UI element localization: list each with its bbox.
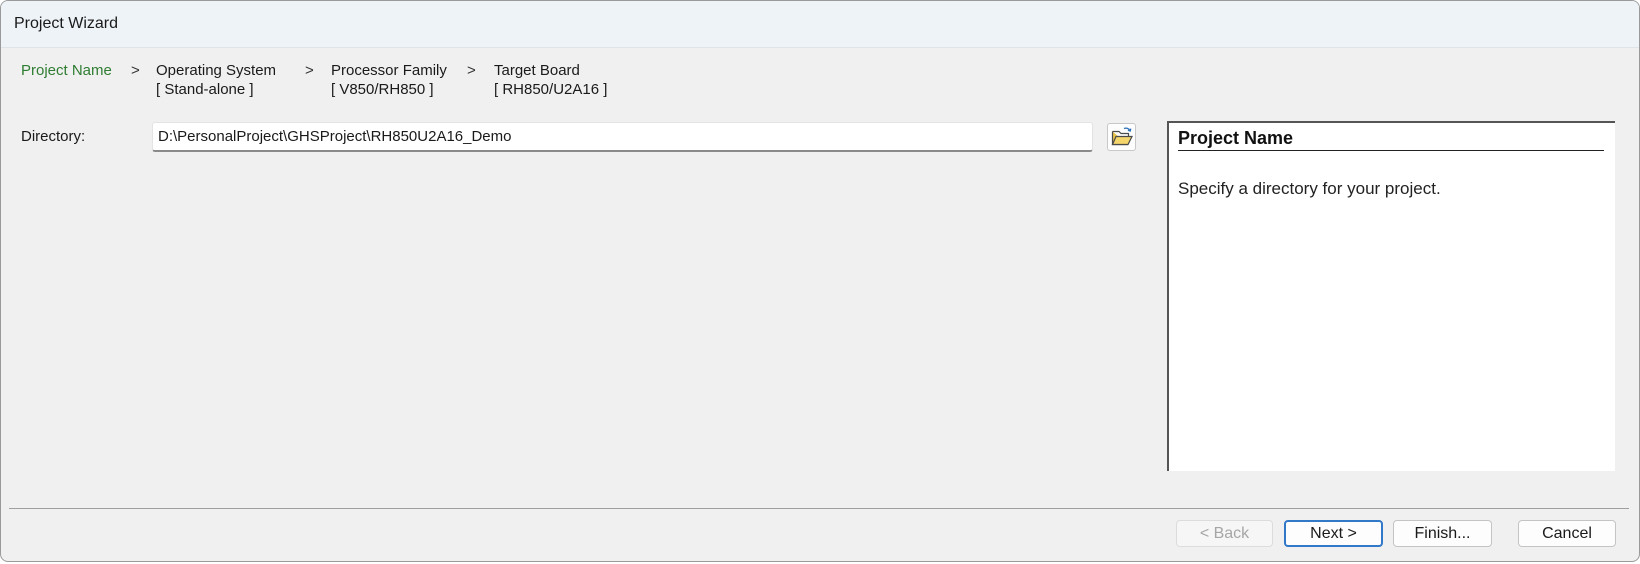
directory-input[interactable] (152, 122, 1093, 152)
project-wizard-window: Project Wizard Project Name > Operating … (0, 0, 1640, 562)
window-title: Project Wizard (14, 15, 119, 32)
cancel-button[interactable]: Cancel (1518, 520, 1616, 547)
breadcrumb-step-label: Project Name (21, 62, 112, 79)
help-text: Specify a directory for your project. (1178, 179, 1441, 198)
help-title: Project Name (1178, 128, 1604, 151)
breadcrumb-separator: > (305, 62, 314, 79)
title-bar: Project Wizard (1, 1, 1639, 48)
directory-label: Directory: (21, 128, 86, 145)
breadcrumb-step-value: [ RH850/U2A16 ] (494, 81, 608, 98)
back-button[interactable]: < Back (1176, 520, 1273, 547)
breadcrumb-step-project-name[interactable]: Project Name (21, 61, 112, 80)
footer-divider (9, 508, 1629, 509)
help-panel: Project Name Specify a directory for you… (1167, 121, 1615, 471)
breadcrumb-step-processor-family[interactable]: Processor Family [ V850/RH850 ] (331, 61, 447, 99)
breadcrumb-separator: > (467, 62, 476, 79)
breadcrumb-separator: > (131, 62, 140, 79)
breadcrumb-step-label: Processor Family (331, 62, 447, 79)
breadcrumb-step-value: [ V850/RH850 ] (331, 81, 434, 98)
breadcrumb-step-operating-system[interactable]: Operating System [ Stand-alone ] (156, 61, 276, 99)
breadcrumb-step-value: [ Stand-alone ] (156, 81, 254, 98)
breadcrumb-step-label: Operating System (156, 62, 277, 79)
next-button[interactable]: Next > (1284, 520, 1383, 547)
breadcrumb-step-target-board[interactable]: Target Board [ RH850/U2A16 ] (494, 61, 607, 99)
folder-open-icon (1111, 127, 1133, 146)
breadcrumb-step-label: Target Board (494, 62, 580, 79)
breadcrumb: Project Name > Operating System [ Stand-… (1, 61, 1639, 105)
browse-directory-button[interactable] (1107, 123, 1136, 151)
finish-button[interactable]: Finish... (1393, 520, 1492, 547)
